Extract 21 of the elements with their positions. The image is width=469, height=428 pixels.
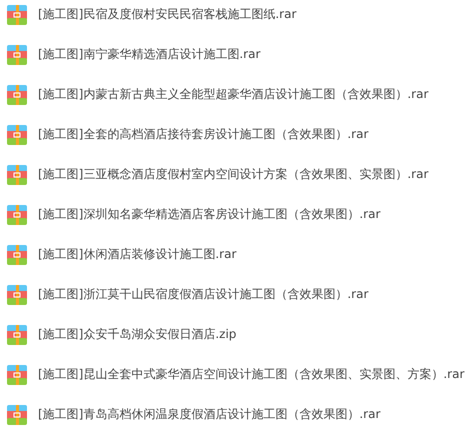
archive-icon	[7, 125, 27, 145]
file-name[interactable]: [施工图]青岛高档休闲温泉度假酒店设计施工图（含效果图）.rar	[38, 404, 380, 424]
archive-icon	[7, 365, 27, 385]
archive-icon	[7, 5, 27, 25]
file-name[interactable]: [施工图]昆山全套中式豪华酒店空间设计施工图（含效果图、实景图、方案）.rar	[38, 364, 464, 384]
archive-icon	[7, 45, 27, 65]
file-name[interactable]: [施工图]众安千岛湖众安假日酒店.zip	[38, 324, 236, 344]
file-name[interactable]: [施工图]民宿及度假村安民民宿客栈施工图纸.rar	[38, 4, 296, 24]
file-name[interactable]: [施工图]休闲酒店装修设计施工图.rar	[38, 244, 236, 264]
file-name[interactable]: [施工图]浙江莫干山民宿度假酒店设计施工图（含效果图）.rar	[38, 284, 368, 304]
file-name[interactable]: [施工图]全套的高档酒店接待套房设计施工图（含效果图）.rar	[38, 124, 368, 144]
file-name[interactable]: [施工图]内蒙古新古典主义全能型超豪华酒店设计施工图（含效果图）.rar	[38, 84, 428, 104]
file-name[interactable]: [施工图]南宁豪华精选酒店设计施工图.rar	[38, 44, 260, 64]
file-name[interactable]: [施工图]深圳知名豪华精选酒店客房设计施工图（含效果图）.rar	[38, 204, 380, 224]
archive-icon	[7, 165, 27, 185]
file-name[interactable]: [施工图]三亚概念酒店度假村室内空间设计方案（含效果图、实景图）.rar	[38, 164, 428, 184]
archive-icon	[7, 245, 27, 265]
archive-icon	[7, 205, 27, 225]
archive-icon	[7, 85, 27, 105]
archive-icon	[7, 285, 27, 305]
archive-icon	[7, 325, 27, 345]
